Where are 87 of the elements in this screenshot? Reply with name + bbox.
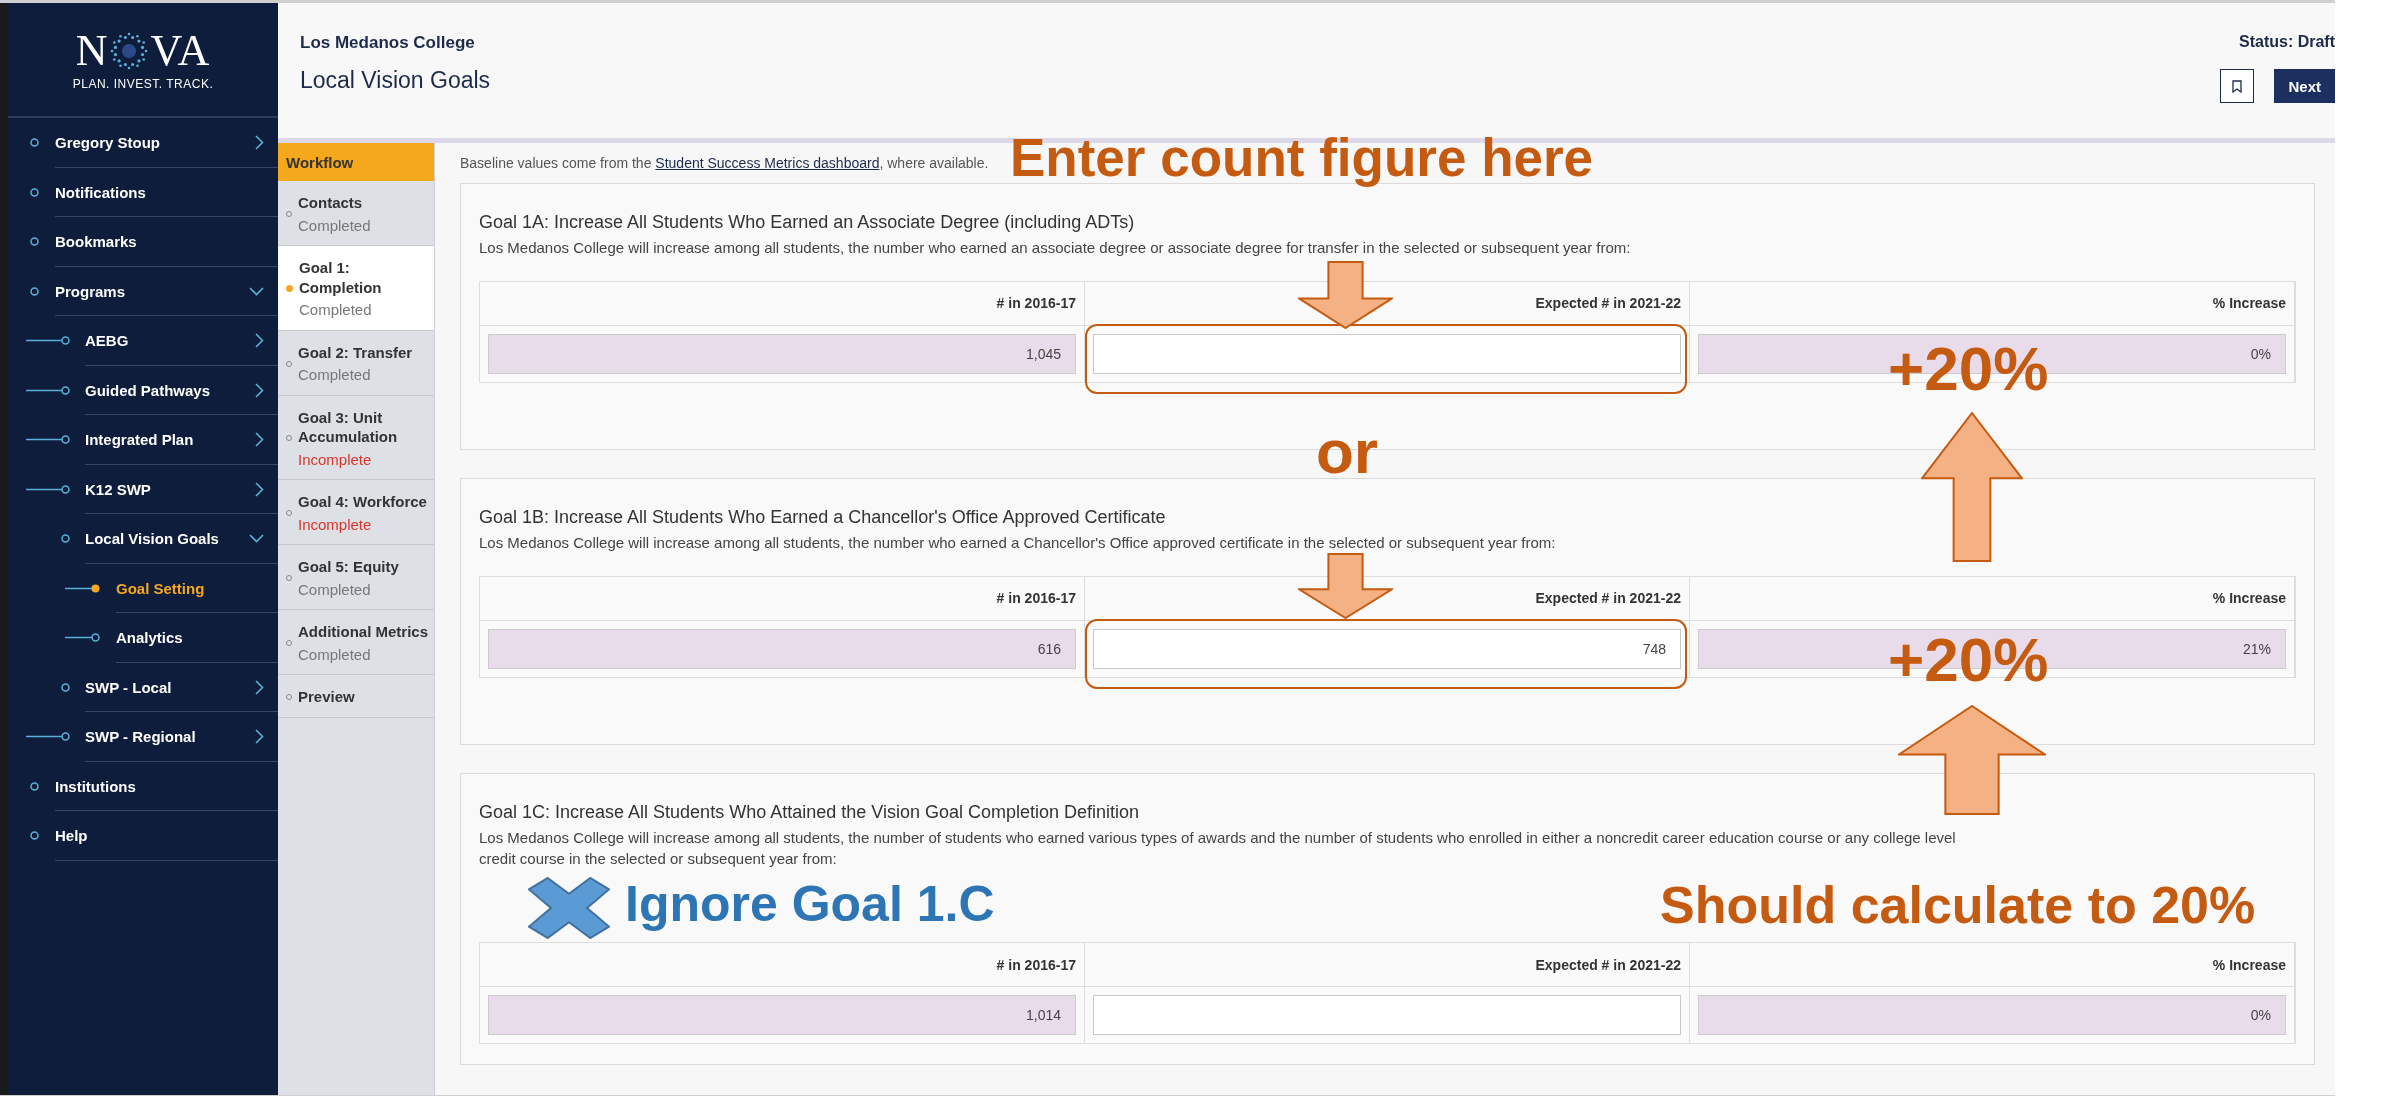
- annotation-text: Ignore Goal 1.C: [625, 879, 995, 929]
- down-arrow-icon: [1298, 261, 1393, 329]
- workflow-step[interactable]: Additional Metrics Completed: [278, 610, 434, 675]
- page-title: Local Vision Goals: [300, 67, 491, 94]
- workflow-step[interactable]: Preview: [278, 675, 434, 718]
- workflow-step[interactable]: Goal 2: Transfer Completed: [278, 330, 434, 396]
- tree-node-icon: [30, 237, 39, 247]
- next-button[interactable]: Next: [2274, 69, 2335, 103]
- nav-item[interactable]: SWP - Regional: [8, 712, 278, 762]
- chevron-right-icon: [255, 729, 264, 745]
- tree-node-icon: [30, 831, 39, 841]
- chevron-right-icon: [255, 135, 264, 151]
- annotation-text: or: [1316, 421, 1378, 483]
- goal-description: Los Medanos College will increase among all students, the number who earned an associate degree or associate degree for transfer in the selected or subsequent year from:: [479, 238, 1632, 258]
- annotation-text: +20%: [1888, 338, 2049, 400]
- annotation-text: +20%: [1888, 629, 2049, 691]
- active-node-icon: [65, 583, 100, 593]
- annotation-text: Should calculate to 20%: [1660, 879, 2256, 931]
- baseline-value: 1,045: [488, 333, 1076, 374]
- chevron-right-icon: [255, 432, 264, 448]
- tree-node-icon: [61, 682, 70, 692]
- goal-title: Goal 1C: Increase All Students Who Attained the Vision Goal Completion Definition: [479, 801, 1141, 823]
- nav-item[interactable]: Notifications: [8, 167, 278, 217]
- goal-description: Los Medanos College will increase among all students, the number who earned a Chancellor's Office approved certificate in the selected or subsequent year from:: [479, 532, 1557, 553]
- chevron-down-icon: [249, 534, 264, 544]
- tree-node-icon: [26, 435, 70, 445]
- tree-node-icon: [30, 781, 39, 791]
- chevron-down-icon: [249, 286, 264, 296]
- nav-item[interactable]: Help: [8, 811, 278, 861]
- nav-item[interactable]: Goal Setting: [8, 563, 278, 613]
- column-header: # in 2016-17: [480, 281, 1085, 326]
- starburst-icon: [109, 30, 150, 71]
- tree-node-icon: [26, 336, 70, 346]
- nav-item[interactable]: Bookmarks: [8, 217, 278, 267]
- baseline-value: 616: [488, 628, 1076, 669]
- chevron-right-icon: [255, 382, 264, 398]
- column-header: % Increase: [1690, 281, 2295, 326]
- nav-item[interactable]: Programs: [8, 266, 278, 316]
- chevron-right-icon: [255, 679, 264, 695]
- chevron-right-icon: [255, 481, 264, 497]
- column-header: # in 2016-17: [480, 576, 1085, 621]
- workflow-heading: Workflow: [278, 143, 434, 181]
- nav-item[interactable]: Analytics: [8, 613, 278, 663]
- nav-item[interactable]: SWP - Local: [8, 662, 278, 712]
- nav-item[interactable]: Gregory Stoup: [8, 118, 278, 168]
- baseline-value: 1,014: [488, 995, 1076, 1035]
- tree-node-icon: [26, 385, 70, 395]
- tree-node-icon: [65, 633, 100, 643]
- column-header: % Increase: [1690, 943, 2295, 987]
- column-header: % Increase: [1690, 576, 2295, 621]
- workflow-step[interactable]: Goal 5: Equity Completed: [278, 545, 434, 610]
- up-arrow-icon: [1898, 705, 2046, 815]
- logo-tagline: PLAN. INVEST. TRACK.: [72, 76, 214, 91]
- nav-item[interactable]: Local Vision Goals: [8, 514, 278, 564]
- tree-node-icon: [26, 484, 70, 494]
- column-header: # in 2016-17: [480, 943, 1085, 987]
- nav-item[interactable]: Institutions: [8, 761, 278, 811]
- goal-description: Los Medanos College will increase among all students, the number of students who earned various types of awards and the number of students who enrolled in either a noncredit career education course or any college level credit course in the selected or subsequent year from:: [479, 827, 1957, 870]
- nav-item[interactable]: K12 SWP: [8, 464, 278, 514]
- goal-title: Goal 1B: Increase All Students Who Earned a Chancellor's Office Approved Certificate: [479, 506, 1167, 528]
- workflow-step[interactable]: Goal 4: Workforce Incomplete: [278, 480, 434, 545]
- column-header: Expected # in 2021-22: [1085, 943, 1690, 987]
- cross-icon: [528, 877, 610, 939]
- expected-input[interactable]: [1093, 333, 1681, 374]
- intro-text: Baseline values come from the Student Success Metrics dashboard, where available.: [460, 155, 990, 171]
- nav-item[interactable]: Guided Pathways: [8, 365, 278, 415]
- tree-node-icon: [61, 534, 70, 544]
- nav-item[interactable]: Integrated Plan: [8, 415, 278, 465]
- status-label: Status: Draft: [2239, 33, 2335, 51]
- logo: N VA: [75, 28, 211, 73]
- increase-value: 0%: [1698, 995, 2286, 1035]
- up-arrow-icon: [1921, 412, 2023, 562]
- tree-node-icon: [30, 187, 39, 197]
- goal-title: Goal 1A: Increase All Students Who Earned an Associate Degree (including ADTs): [479, 212, 1136, 233]
- tree-node-icon: [30, 286, 39, 296]
- bookmark-icon: [2232, 79, 2243, 93]
- chevron-right-icon: [255, 333, 264, 349]
- down-arrow-icon: [1298, 553, 1393, 619]
- workflow-step[interactable]: Goal 3: Unit Accumulation Incomplete: [278, 395, 434, 480]
- expected-input[interactable]: 748: [1093, 628, 1681, 669]
- tree-node-icon: [26, 732, 70, 742]
- tree-node-icon: [30, 138, 39, 148]
- workflow-step[interactable]: Goal 1: Completion Completed: [278, 246, 434, 331]
- expected-input[interactable]: [1093, 995, 1681, 1035]
- bookmark-button[interactable]: [2220, 69, 2255, 103]
- college-name: Los Medanos College: [300, 33, 476, 53]
- nav-item[interactable]: AEBG: [8, 316, 278, 366]
